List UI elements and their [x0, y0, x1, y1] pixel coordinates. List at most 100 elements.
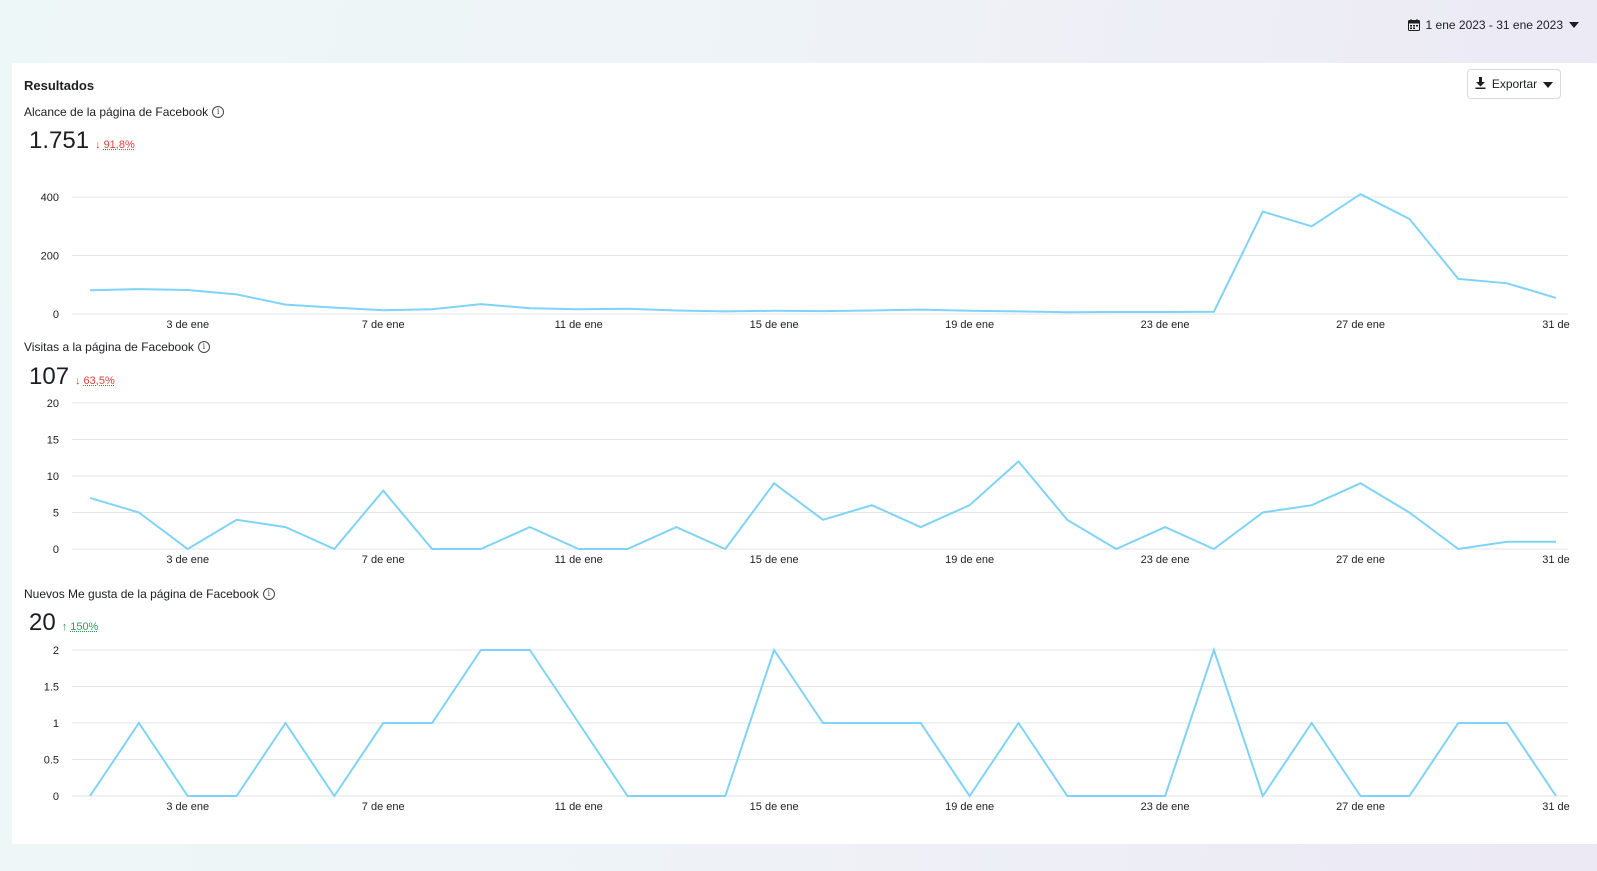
data-point[interactable] [1112, 308, 1120, 316]
data-point[interactable] [1552, 538, 1560, 546]
date-range-picker[interactable]: 1 ene 2023 - 31 ene 2023 [1402, 14, 1585, 36]
data-point[interactable] [184, 792, 192, 800]
data-point[interactable] [1357, 190, 1365, 198]
delta-percent[interactable]: 63,5% [84, 375, 115, 387]
data-point[interactable] [233, 792, 241, 800]
data-point[interactable] [1308, 719, 1316, 727]
data-point[interactable] [575, 545, 583, 553]
data-point[interactable] [1308, 222, 1316, 230]
data-point[interactable] [1014, 307, 1022, 315]
data-point[interactable] [575, 719, 583, 727]
data-point[interactable] [1161, 523, 1169, 531]
data-point[interactable] [721, 792, 729, 800]
data-point[interactable] [770, 479, 778, 487]
data-point[interactable] [526, 304, 534, 312]
data-point[interactable] [428, 305, 436, 313]
data-point[interactable] [917, 719, 925, 727]
data-point[interactable] [1014, 457, 1022, 465]
data-point[interactable] [1210, 308, 1218, 316]
data-point[interactable] [281, 719, 289, 727]
data-point[interactable] [330, 304, 338, 312]
data-point[interactable] [1112, 545, 1120, 553]
data-point[interactable] [672, 792, 680, 800]
data-point[interactable] [428, 545, 436, 553]
data-point[interactable] [233, 516, 241, 524]
data-point[interactable] [281, 301, 289, 309]
data-point[interactable] [135, 285, 143, 293]
data-point[interactable] [672, 306, 680, 314]
data-point[interactable] [1014, 719, 1022, 727]
data-point[interactable] [721, 307, 729, 315]
data-point[interactable] [770, 307, 778, 315]
data-point[interactable] [1210, 545, 1218, 553]
data-point[interactable] [1503, 538, 1511, 546]
data-point[interactable] [379, 487, 387, 495]
data-point[interactable] [86, 792, 94, 800]
data-point[interactable] [233, 290, 241, 298]
data-point[interactable] [1454, 545, 1462, 553]
data-point[interactable] [1357, 479, 1365, 487]
data-point[interactable] [868, 719, 876, 727]
data-point[interactable] [819, 516, 827, 524]
data-point[interactable] [1063, 516, 1071, 524]
data-point[interactable] [868, 306, 876, 314]
data-point[interactable] [477, 545, 485, 553]
data-point[interactable] [1259, 509, 1267, 517]
data-point[interactable] [1552, 792, 1560, 800]
data-point[interactable] [1405, 215, 1413, 223]
data-point[interactable] [477, 646, 485, 654]
data-point[interactable] [721, 545, 729, 553]
data-point[interactable] [184, 545, 192, 553]
data-point[interactable] [966, 501, 974, 509]
data-point[interactable] [868, 501, 876, 509]
data-point[interactable] [1259, 208, 1267, 216]
data-point[interactable] [1503, 719, 1511, 727]
data-point[interactable] [917, 523, 925, 531]
data-point[interactable] [770, 646, 778, 654]
data-point[interactable] [1259, 792, 1267, 800]
data-point[interactable] [966, 307, 974, 315]
delta-percent[interactable]: 91,8% [104, 139, 135, 151]
export-button[interactable]: Exportar [1467, 69, 1561, 99]
data-point[interactable] [281, 523, 289, 531]
data-point[interactable] [1405, 509, 1413, 517]
data-point[interactable] [1210, 646, 1218, 654]
data-point[interactable] [917, 306, 925, 314]
data-point[interactable] [1454, 719, 1462, 727]
data-point[interactable] [672, 523, 680, 531]
info-icon[interactable]: i [212, 106, 225, 118]
info-icon[interactable]: i [197, 341, 210, 353]
data-point[interactable] [330, 792, 338, 800]
data-point[interactable] [624, 305, 632, 313]
data-point[interactable] [819, 307, 827, 315]
data-point[interactable] [1063, 792, 1071, 800]
data-point[interactable] [526, 523, 534, 531]
data-point[interactable] [428, 719, 436, 727]
data-point[interactable] [135, 509, 143, 517]
data-point[interactable] [1357, 792, 1365, 800]
data-point[interactable] [1552, 294, 1560, 302]
data-point[interactable] [526, 646, 534, 654]
data-point[interactable] [379, 719, 387, 727]
data-point[interactable] [575, 305, 583, 313]
data-point[interactable] [1308, 501, 1316, 509]
delta-percent[interactable]: 150% [70, 621, 98, 633]
data-point[interactable] [1161, 308, 1169, 316]
data-point[interactable] [184, 286, 192, 294]
data-point[interactable] [1503, 279, 1511, 287]
data-point[interactable] [624, 545, 632, 553]
data-point[interactable] [135, 719, 143, 727]
data-point[interactable] [86, 494, 94, 502]
data-point[interactable] [379, 306, 387, 314]
data-point[interactable] [330, 545, 338, 553]
data-point[interactable] [86, 286, 94, 294]
data-point[interactable] [1161, 792, 1169, 800]
data-point[interactable] [966, 792, 974, 800]
info-icon[interactable]: i [262, 588, 275, 600]
data-point[interactable] [477, 300, 485, 308]
data-point[interactable] [1063, 308, 1071, 316]
data-point[interactable] [819, 719, 827, 727]
data-point[interactable] [1112, 792, 1120, 800]
data-point[interactable] [1454, 275, 1462, 283]
data-point[interactable] [1405, 792, 1413, 800]
